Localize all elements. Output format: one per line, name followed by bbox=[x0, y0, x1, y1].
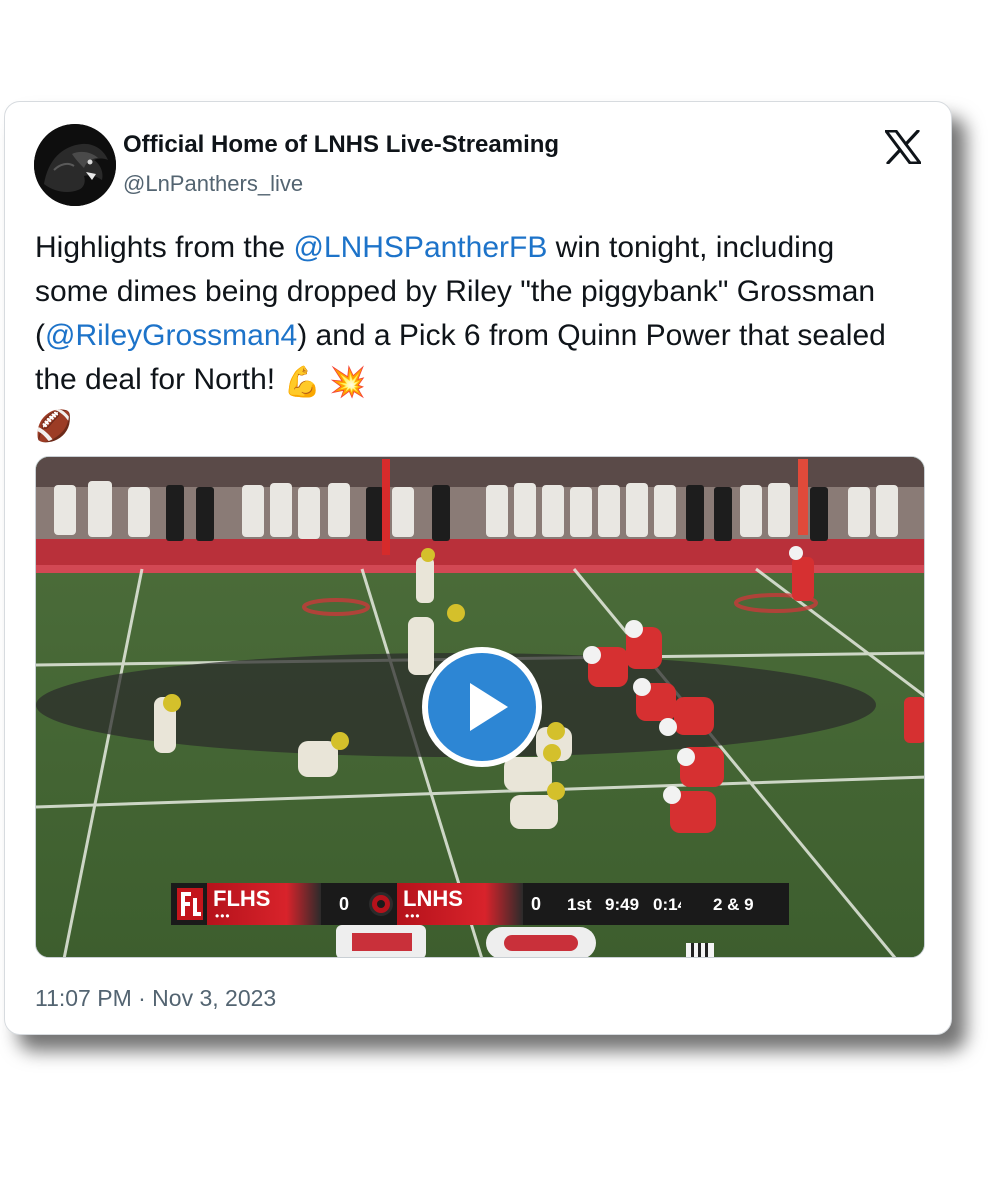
home-team-logo-icon bbox=[367, 889, 395, 919]
game-clock: 9:49 bbox=[605, 895, 640, 914]
home-score: 0 bbox=[531, 894, 542, 914]
tweet-text: Highlights from the @LNHSPantherFB win t… bbox=[35, 226, 915, 446]
scoreboard-overlay: FLHS ••• 0 LNHS ••• 0 1st 9:49 0:14 2 & … bbox=[171, 883, 789, 925]
x-logo-icon[interactable] bbox=[884, 129, 922, 165]
tweet-text-part: Highlights from the bbox=[35, 231, 294, 264]
away-timeouts: ••• bbox=[215, 909, 231, 923]
mention-link-rileygrossman4[interactable]: @RileyGrossman4 bbox=[45, 319, 297, 352]
author-name[interactable]: Official Home of LNHS Live-Streaming bbox=[123, 131, 559, 159]
video-player[interactable]: FLHS ••• 0 LNHS ••• 0 1st 9:49 0:14 2 & … bbox=[35, 456, 925, 958]
away-score: 0 bbox=[339, 894, 350, 914]
away-team-logo-icon bbox=[177, 888, 203, 920]
away-team-panel: FLHS ••• bbox=[207, 883, 321, 925]
quarter: 1st bbox=[567, 895, 592, 914]
play-button[interactable] bbox=[422, 647, 542, 767]
author-handle[interactable]: @LnPanthers_live bbox=[123, 171, 303, 197]
football-icon: 🏈 bbox=[35, 409, 73, 444]
panther-avatar-icon[interactable] bbox=[34, 124, 116, 206]
mention-link-lnhspantherfb[interactable]: @LNHSPantherFB bbox=[293, 231, 547, 264]
home-team-panel: LNHS ••• bbox=[397, 883, 523, 925]
tweet-card[interactable]: Official Home of LNHS Live-Streaming @Ln… bbox=[4, 101, 952, 1035]
play-clock: 0:14 bbox=[653, 895, 681, 914]
home-timeouts: ••• bbox=[405, 909, 421, 923]
play-icon[interactable] bbox=[428, 653, 536, 761]
tweet-timestamp[interactable]: 11:07 PM · Nov 3, 2023 bbox=[35, 985, 276, 1012]
collision-icon: 💥 bbox=[329, 365, 367, 400]
flexed-biceps-icon: 💪 bbox=[283, 365, 321, 400]
down-distance: 2 & 9 bbox=[713, 895, 754, 914]
